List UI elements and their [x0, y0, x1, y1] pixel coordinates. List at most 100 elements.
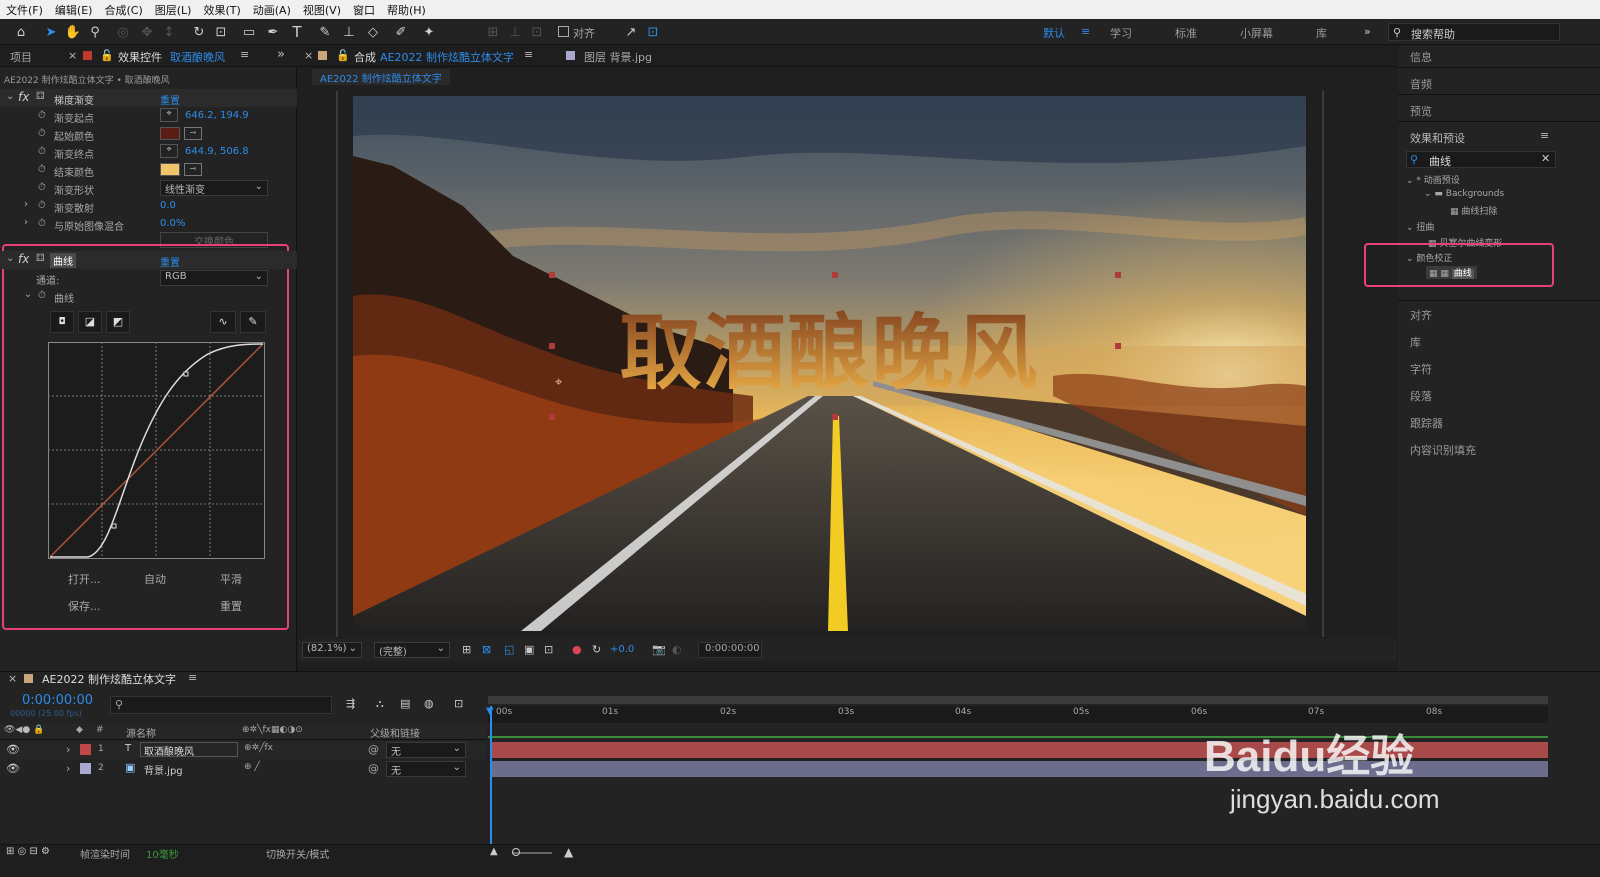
reset-curve-button[interactable]: 重置 — [220, 598, 242, 614]
tab-project[interactable]: 项目 — [10, 49, 32, 65]
bounding-handle[interactable] — [549, 414, 555, 420]
timeline-timecode[interactable]: 0:00:00:00 — [22, 693, 93, 708]
parent-link-header[interactable]: 父级和链接 — [370, 725, 420, 740]
workspace-menu-icon[interactable]: ≡ — [1081, 25, 1090, 38]
current-time-field[interactable]: 0:00:00:00 — [698, 642, 762, 658]
bounding-handle[interactable] — [832, 272, 838, 278]
clear-search-icon[interactable]: ✕ — [1541, 152, 1550, 165]
eraser-tool-icon[interactable]: ◇ — [364, 23, 382, 41]
frame-blending-icon[interactable]: ▤ — [400, 697, 410, 710]
zoom-in-icon[interactable]: ▲ — [564, 845, 573, 859]
work-area-bar[interactable] — [488, 696, 1548, 704]
audio-panel-header[interactable]: 音频 — [1410, 76, 1432, 92]
effect-header-curves[interactable]: ⌄ fx ⚃ 曲线 重置 — [0, 251, 297, 269]
bounding-handle[interactable] — [832, 414, 838, 420]
end-color-swatch[interactable] — [160, 163, 180, 176]
preview-panel-header[interactable]: 预览 — [1410, 103, 1432, 119]
shy-layers-icon[interactable]: ⛬ — [376, 697, 384, 711]
save-button[interactable]: 保存... — [68, 598, 101, 614]
collapse-icon[interactable]: ⌄ — [6, 91, 14, 102]
pencil-icon[interactable]: ✎ — [240, 311, 266, 333]
layer-name[interactable]: 背景.jpg — [144, 762, 183, 777]
composition-canvas[interactable]: 取酒酿晚风 ⌖ — [353, 96, 1306, 631]
menu-effect[interactable]: 效果(T) — [197, 2, 246, 18]
layer-switches-icons[interactable]: ⊕ ╱ — [244, 762, 260, 772]
graph-size-small-icon[interactable]: ◘ — [50, 311, 74, 333]
open-button[interactable]: 打开... — [68, 571, 101, 587]
crosshair-icon[interactable]: ⌖ — [160, 144, 178, 158]
timeline-comp-tab[interactable]: AE2022 制作炫酷立体文字 — [42, 671, 176, 687]
stopwatch-icon[interactable]: ⏱ — [38, 218, 46, 229]
start-color-swatch[interactable] — [160, 127, 180, 140]
library-panel-header[interactable]: 库 — [1410, 334, 1421, 350]
content-aware-fill-header[interactable]: 内容识别填充 — [1410, 442, 1476, 458]
tree-item-curves[interactable]: ▦ ▦ 曲线 — [1426, 266, 1477, 279]
axis-local-icon[interactable]: ⊞ — [484, 23, 502, 41]
anchor-point-icon[interactable]: ⌖ — [555, 375, 569, 390]
eyedropper-icon[interactable]: ⊸ — [184, 127, 202, 140]
status-icons[interactable]: ⊞ ◎ ⊟ ⚙ — [6, 846, 50, 857]
puppet-tool-icon[interactable]: ✦ — [420, 23, 438, 41]
crosshair-icon[interactable]: ⌖ — [160, 108, 178, 122]
stopwatch-icon[interactable]: ⏱ — [38, 164, 46, 175]
workspace-default[interactable]: 默认 — [1043, 25, 1065, 41]
menu-edit[interactable]: 编辑(E) — [49, 2, 99, 18]
pickwhip-icon[interactable]: @ — [368, 762, 379, 775]
stopwatch-icon[interactable]: ⏱ — [38, 290, 46, 301]
effects-presets-header[interactable]: 效果和预设 — [1410, 130, 1465, 146]
effects-search-field[interactable]: ⚲ 曲线 ✕ — [1406, 151, 1556, 168]
curves-graph[interactable] — [48, 342, 266, 560]
axis-view-icon[interactable]: ⊡ — [528, 23, 546, 41]
layer-label-color[interactable] — [80, 744, 91, 755]
reset-link[interactable]: 重置 — [160, 254, 180, 269]
snap-options-icon[interactable]: ⊡ — [644, 23, 662, 41]
menu-window[interactable]: 窗口 — [347, 2, 381, 18]
eye-icon[interactable]: 👁 — [6, 762, 20, 775]
tracker-panel-header[interactable]: 跟踪器 — [1410, 415, 1443, 431]
character-panel-header[interactable]: 字符 — [1410, 361, 1432, 377]
hand-tool-icon[interactable]: ✋ — [64, 23, 82, 41]
region-of-interest-icon[interactable]: ▣ — [524, 643, 534, 656]
graph-size-large-icon[interactable]: ◩ — [106, 311, 130, 333]
panel-overflow-icon[interactable]: » — [277, 47, 285, 62]
selection-tool-icon[interactable]: ➤ — [42, 23, 60, 41]
brush-tool-icon[interactable]: ✎ — [316, 23, 334, 41]
channel-dropdown[interactable]: RGB ⌄ — [160, 270, 268, 286]
smooth-button[interactable]: 平滑 — [220, 571, 242, 587]
pen-tool-icon[interactable]: ✒ — [264, 23, 282, 41]
tab-composition-name[interactable]: AE2022 制作炫酷立体文字 — [380, 49, 514, 65]
playhead-handle-icon[interactable]: ▼ — [486, 706, 494, 717]
prop-value[interactable]: 0.0 — [160, 200, 176, 211]
pickwhip-icon[interactable]: @ — [368, 743, 379, 756]
collapse-icon[interactable]: ⌄ — [6, 253, 14, 264]
anchor-tool-icon[interactable]: ⊡ — [212, 23, 230, 41]
playhead[interactable] — [490, 706, 492, 856]
rectangle-tool-icon[interactable]: ▭ — [240, 23, 258, 41]
zoom-out-icon[interactable]: ▲ — [490, 846, 498, 857]
lock-icon[interactable]: 🔓 — [100, 49, 114, 62]
comp-flowchart-icon[interactable]: ⇶ — [346, 697, 355, 710]
exposure-value[interactable]: +0.0 — [610, 644, 634, 655]
reset-link[interactable]: 重置 — [160, 92, 180, 107]
transparency-grid-icon[interactable]: ⊠ — [482, 643, 491, 656]
parent-dropdown[interactable]: 无 ⌄ — [386, 761, 466, 777]
menu-help[interactable]: 帮助(H) — [381, 2, 432, 18]
paragraph-panel-header[interactable]: 段落 — [1410, 388, 1432, 404]
expand-icon[interactable]: › — [66, 743, 70, 756]
source-name-header[interactable]: 源名称 — [126, 725, 156, 740]
clone-tool-icon[interactable]: ⊥ — [340, 23, 358, 41]
layer-row[interactable]: 👁 › 1 T 取酒酿晚风 ⊕✲╱fx @ 无 ⌄ — [0, 741, 486, 759]
collapse-icon[interactable]: ⌄ — [24, 289, 32, 300]
menu-view[interactable]: 视图(V) — [297, 2, 347, 18]
rotate-tool-icon[interactable]: ↻ — [190, 23, 208, 41]
toggle-switches-modes[interactable]: 切换开关/模式 — [266, 846, 329, 861]
prop-value[interactable]: 646.2, 194.9 — [185, 110, 249, 121]
align-checkbox[interactable] — [558, 26, 569, 37]
expand-icon[interactable]: › — [24, 199, 28, 210]
tab-layer[interactable]: 图层 背景.jpg — [584, 49, 652, 65]
tree-item-backgrounds[interactable]: ⌄ ▬ Backgrounds — [1424, 189, 1504, 199]
lock-icon[interactable]: 🔓 — [336, 49, 350, 62]
workspace-overflow-icon[interactable]: » — [1364, 25, 1371, 38]
snap-icon[interactable]: ↗ — [622, 23, 640, 41]
tree-item-distort[interactable]: ⌄ 扭曲 — [1406, 220, 1434, 233]
